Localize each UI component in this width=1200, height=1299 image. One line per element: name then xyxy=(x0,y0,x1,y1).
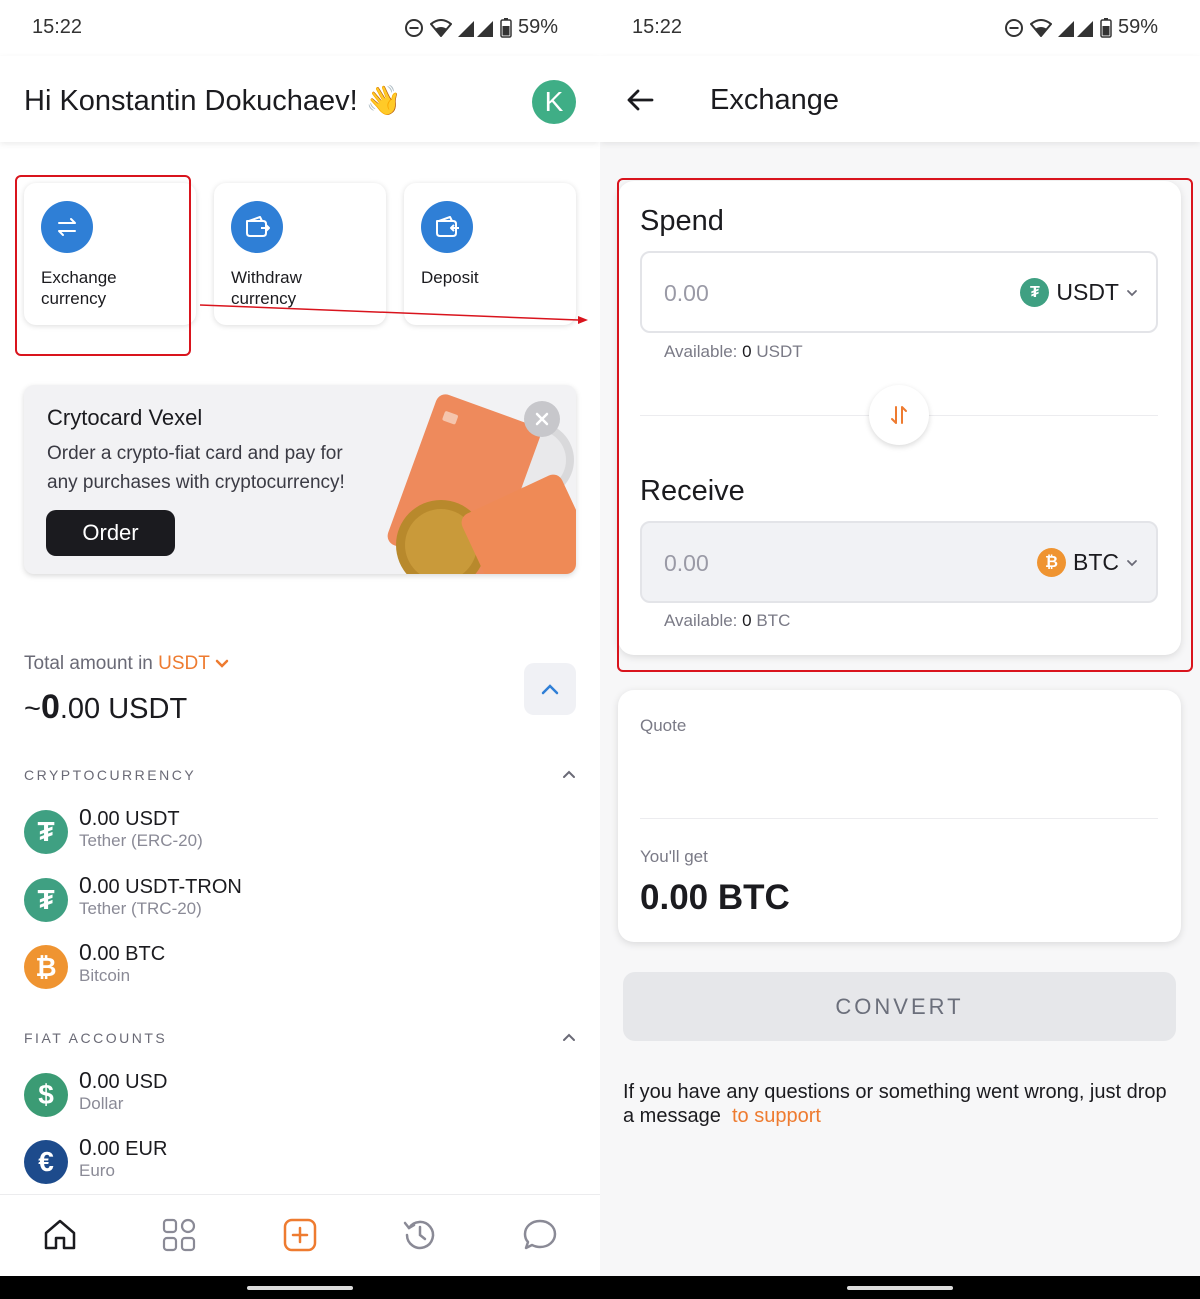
annotation-arrow xyxy=(199,304,588,324)
